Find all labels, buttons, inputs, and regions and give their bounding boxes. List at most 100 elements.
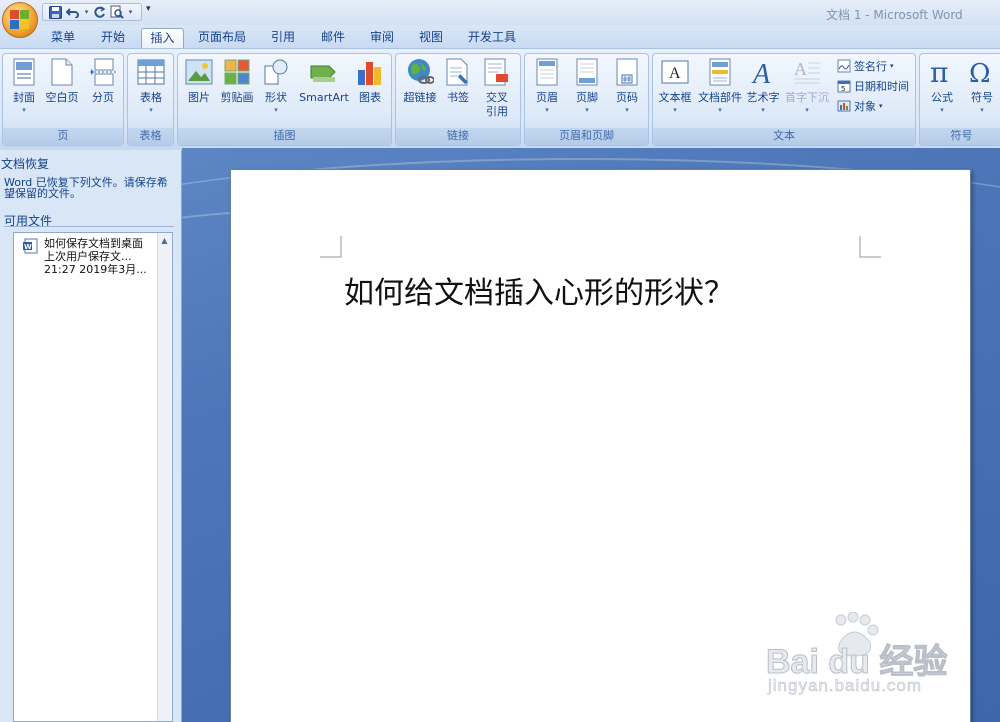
equation-button[interactable]: π 公式 ▾ bbox=[924, 56, 960, 115]
file-status: 上次用户保存文... bbox=[44, 250, 132, 263]
recovered-file-item[interactable]: W 如何保存文档到桌面 上次用户保存文... 21:27 2019年3月... bbox=[22, 237, 147, 276]
group-label-illustrations: 插图 bbox=[178, 128, 391, 145]
tab-insert[interactable]: 插入 bbox=[141, 28, 184, 49]
blank-page-icon bbox=[47, 56, 77, 88]
table-icon bbox=[136, 56, 166, 88]
svg-text:W: W bbox=[24, 243, 32, 251]
footer-button[interactable]: 页脚 ▾ bbox=[569, 56, 605, 115]
page-number-icon bbox=[612, 56, 642, 88]
tab-developer[interactable]: 开发工具 bbox=[464, 28, 520, 48]
scroll-up-icon[interactable]: ▲ bbox=[157, 233, 172, 248]
blank-page-button[interactable]: 空白页 bbox=[43, 56, 81, 105]
tab-home[interactable]: 开始 bbox=[94, 28, 132, 48]
group-symbols: π 公式 ▾ Ω 符号 ▾ 符号 bbox=[919, 53, 1000, 146]
smartart-icon bbox=[309, 56, 339, 88]
chevron-down-icon: ▾ bbox=[940, 106, 944, 114]
date-time-button[interactable]: 5 日期和时间 bbox=[837, 78, 909, 94]
shapes-button[interactable]: 形状 ▾ bbox=[260, 56, 292, 115]
drop-cap-button[interactable]: A 首字下沉 ▾ bbox=[783, 56, 831, 115]
file-time: 21:27 2019年3月... bbox=[44, 263, 147, 276]
picture-button[interactable]: 图片 bbox=[183, 56, 215, 105]
document-recovery-pane: 文档恢复 Word 已恢复下列文件。请保存希望保留的文件。 可用文件 W 如何保… bbox=[0, 150, 182, 722]
group-links: 超链接 书签 交叉 引用 链接 bbox=[395, 53, 521, 146]
signature-line-button[interactable]: 签名行 ▾ bbox=[837, 58, 894, 74]
svg-text:5: 5 bbox=[841, 85, 845, 93]
object-button[interactable]: 对象 ▾ bbox=[837, 98, 883, 114]
chevron-down-icon: ▾ bbox=[890, 62, 894, 70]
divider bbox=[4, 226, 174, 227]
tab-menu[interactable]: 菜单 bbox=[44, 28, 82, 48]
svg-text:π: π bbox=[930, 58, 948, 86]
table-button[interactable]: 表格 ▾ bbox=[133, 56, 169, 115]
file-name: 如何保存文档到桌面 bbox=[44, 237, 143, 250]
svg-text:A: A bbox=[794, 59, 807, 79]
quick-parts-button[interactable]: 文档部件 ▾ bbox=[696, 56, 744, 115]
chevron-down-icon: ▾ bbox=[673, 106, 677, 114]
tab-review[interactable]: 审阅 bbox=[363, 28, 401, 48]
page-break-icon bbox=[88, 56, 118, 88]
chart-button[interactable]: 图表 bbox=[354, 56, 386, 105]
bookmark-button[interactable]: 书签 bbox=[442, 56, 474, 105]
ribbon: 封面 ▾ 空白页 分页 页 表格 ▾ 表格 图片 剪贴画 形状 ▾ SmartA… bbox=[0, 48, 1000, 148]
redo-icon[interactable] bbox=[93, 5, 106, 19]
recovery-message: Word 已恢复下列文件。请保存希望保留的文件。 bbox=[4, 176, 168, 200]
chevron-down-icon: ▾ bbox=[625, 106, 629, 114]
clipart-button[interactable]: 剪贴画 bbox=[219, 56, 255, 105]
cover-page-icon bbox=[9, 56, 39, 88]
page-number-button[interactable]: 页码 ▾ bbox=[609, 56, 645, 115]
chevron-down-icon: ▾ bbox=[761, 106, 765, 114]
pane-title: 文档恢复 bbox=[1, 157, 50, 171]
chevron-down-icon: ▾ bbox=[149, 106, 153, 114]
chevron-down-icon: ▾ bbox=[980, 106, 984, 114]
customize-qat-icon[interactable]: ▾ bbox=[146, 4, 151, 14]
textbox-icon: A bbox=[660, 56, 690, 88]
tab-mailings[interactable]: 邮件 bbox=[314, 28, 352, 48]
page-break-button[interactable]: 分页 bbox=[85, 56, 121, 105]
watermark-url: jingyan.baidu.com bbox=[768, 676, 923, 696]
window-title: 文档 1 - Microsoft Word bbox=[826, 8, 963, 22]
group-pages: 封面 ▾ 空白页 分页 页 bbox=[2, 53, 124, 146]
smartart-button[interactable]: SmartArt bbox=[297, 56, 351, 105]
bar-chart-icon bbox=[355, 56, 385, 88]
symbol-button[interactable]: Ω 符号 ▾ bbox=[964, 56, 1000, 115]
group-label-tables: 表格 bbox=[128, 128, 173, 145]
recovered-files-list: W 如何保存文档到桌面 上次用户保存文... 21:27 2019年3月... … bbox=[13, 232, 173, 722]
document-heading[interactable]: 如何给文档插入心形的形状？ bbox=[344, 268, 734, 312]
header-button[interactable]: 页眉 ▾ bbox=[529, 56, 565, 115]
header-icon bbox=[532, 56, 562, 88]
hyperlink-button[interactable]: 超链接 bbox=[400, 56, 440, 105]
group-header-footer: 页眉 ▾ 页脚 ▾ 页码 ▾ 页眉和页脚 bbox=[524, 53, 649, 146]
svg-text:A: A bbox=[669, 65, 681, 82]
save-icon[interactable] bbox=[49, 5, 62, 19]
omega-icon: Ω bbox=[967, 56, 997, 88]
cross-reference-icon bbox=[482, 56, 512, 88]
margin-corner-mark bbox=[859, 236, 881, 258]
tab-page-layout[interactable]: 页面布局 bbox=[194, 28, 250, 48]
quick-access-toolbar: ▾ ▾ bbox=[42, 3, 142, 21]
calendar-icon: 5 bbox=[837, 79, 851, 93]
cover-page-button[interactable]: 封面 ▾ bbox=[7, 56, 41, 115]
tab-view[interactable]: 视图 bbox=[412, 28, 450, 48]
title-bar: ▾ ▾ ▾ 文档 1 - Microsoft Word bbox=[0, 0, 1000, 38]
group-label-header-footer: 页眉和页脚 bbox=[525, 128, 648, 145]
textbox-button[interactable]: A 文本框 ▾ bbox=[655, 56, 695, 115]
chevron-down-icon: ▾ bbox=[805, 106, 809, 114]
wordart-icon: A bbox=[748, 56, 778, 88]
ribbon-tabs: 菜单 开始 插入 页面布局 引用 邮件 审阅 视图 开发工具 bbox=[0, 25, 1000, 49]
undo-dropdown-icon[interactable]: ▾ bbox=[84, 5, 89, 19]
wordart-button[interactable]: A 艺术字 ▾ bbox=[745, 56, 781, 115]
undo-icon[interactable] bbox=[66, 5, 80, 19]
bookmark-icon bbox=[443, 56, 473, 88]
print-preview-icon[interactable] bbox=[110, 5, 124, 19]
tab-references[interactable]: 引用 bbox=[264, 28, 302, 48]
chevron-down-icon: ▾ bbox=[718, 106, 722, 114]
vertical-scrollbar[interactable]: ▲ bbox=[157, 233, 172, 721]
pi-icon: π bbox=[927, 56, 957, 88]
group-label-links: 链接 bbox=[396, 128, 520, 145]
print-preview-dropdown-icon[interactable]: ▾ bbox=[128, 5, 133, 19]
cross-reference-button[interactable]: 交叉 引用 bbox=[480, 56, 514, 119]
svg-text:A: A bbox=[751, 59, 771, 86]
chevron-down-icon: ▾ bbox=[545, 106, 549, 114]
office-button[interactable] bbox=[2, 2, 38, 38]
svg-text:Ω: Ω bbox=[969, 59, 991, 86]
